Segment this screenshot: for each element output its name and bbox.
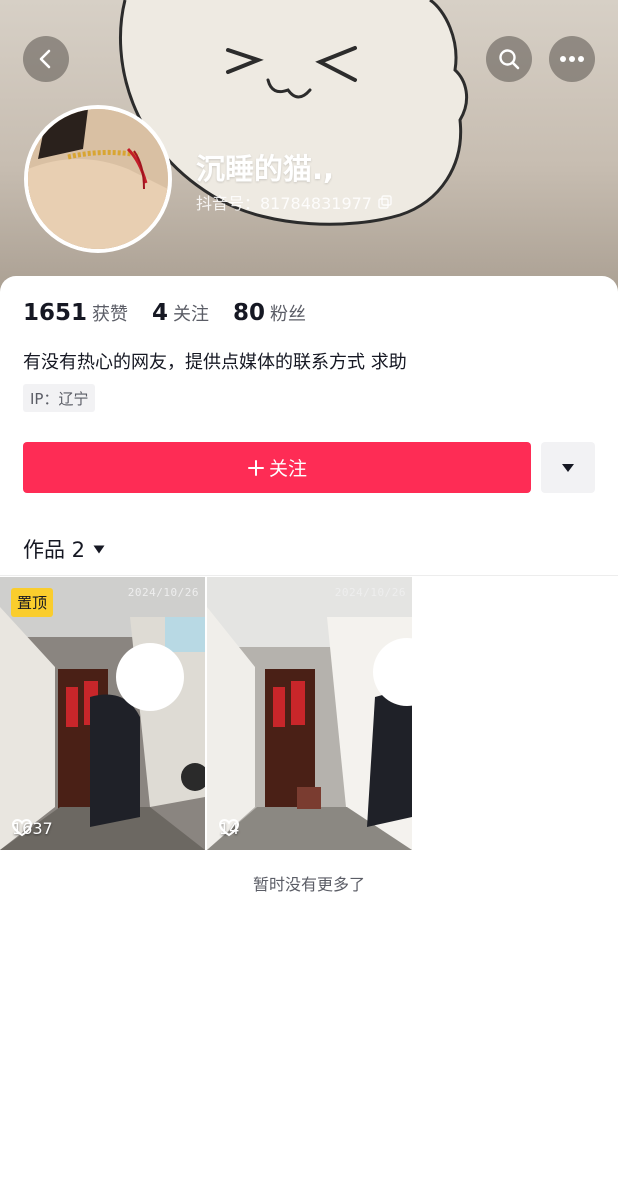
plus-icon [247, 459, 264, 476]
ip-location-tag: IP：辽宁 [23, 384, 96, 412]
search-button[interactable] [486, 36, 532, 82]
back-arrow-icon [39, 49, 51, 69]
profile-banner: 沉睡的猫., 抖音号：81784831977 [0, 0, 618, 300]
divider [0, 575, 618, 576]
follow-button[interactable]: 关注 [23, 442, 531, 493]
search-icon [499, 49, 520, 70]
following-stat[interactable]: 4 关注 [152, 300, 209, 326]
video-thumbnail-image [207, 577, 412, 850]
video-thumbnail-image [0, 577, 205, 850]
recommend-dropdown-button[interactable] [541, 442, 595, 493]
follow-button-label: 关注 [268, 458, 307, 480]
pinned-badge: 置顶 [11, 588, 54, 617]
caret-down-icon [562, 463, 574, 472]
works-tab-label: 作品 2 [23, 538, 86, 562]
copy-icon[interactable] [378, 195, 392, 209]
likes-label: 获赞 [92, 304, 129, 325]
video-thumbnail[interactable]: 置顶 2024/10/26 1637 [0, 577, 205, 850]
douyin-id-row[interactable]: 抖音号：81784831977 [196, 190, 392, 214]
video-likes: 14 [219, 819, 239, 838]
caret-down-icon [93, 545, 105, 553]
likes-count: 1651 [23, 300, 88, 326]
profile-bio: 有没有热心的网友，提供点媒体的联系方式 求助 [23, 352, 407, 373]
following-label: 关注 [173, 304, 210, 325]
following-count: 4 [152, 300, 169, 326]
heart-icon [219, 819, 239, 837]
heart-icon [12, 819, 32, 837]
followers-stat[interactable]: 80 粉丝 [233, 300, 306, 326]
no-more-content-text: 暂时没有更多了 [252, 875, 365, 894]
profile-username: 沉睡的猫., [196, 152, 335, 186]
more-dots-icon [560, 56, 584, 62]
avatar[interactable] [24, 105, 172, 253]
followers-label: 粉丝 [270, 304, 307, 325]
video-timestamp: 2024/10/26 [127, 586, 199, 599]
followers-count: 80 [233, 300, 266, 326]
more-options-button[interactable] [549, 36, 595, 82]
video-likes: 1637 [12, 819, 53, 838]
video-thumbnail[interactable]: 2024/10/26 14 [207, 577, 412, 850]
tab-works[interactable]: 作品 2 [23, 534, 105, 564]
douyin-id-text: 抖音号：81784831977 [196, 194, 372, 213]
back-button[interactable] [23, 36, 69, 82]
profile-content-card: 1651 获赞 4 关注 80 粉丝 有没有热心的网友，提供点媒体的联系方式 求助 I… [0, 276, 618, 1200]
video-timestamp: 2024/10/26 [334, 586, 406, 599]
likes-stat[interactable]: 1651 获赞 [23, 300, 128, 326]
avatar-image [28, 109, 168, 249]
video-grid: 置顶 2024/10/26 1637 2024/10/26 14 [0, 577, 412, 850]
stats-row: 1651 获赞 4 关注 80 粉丝 [23, 300, 306, 326]
